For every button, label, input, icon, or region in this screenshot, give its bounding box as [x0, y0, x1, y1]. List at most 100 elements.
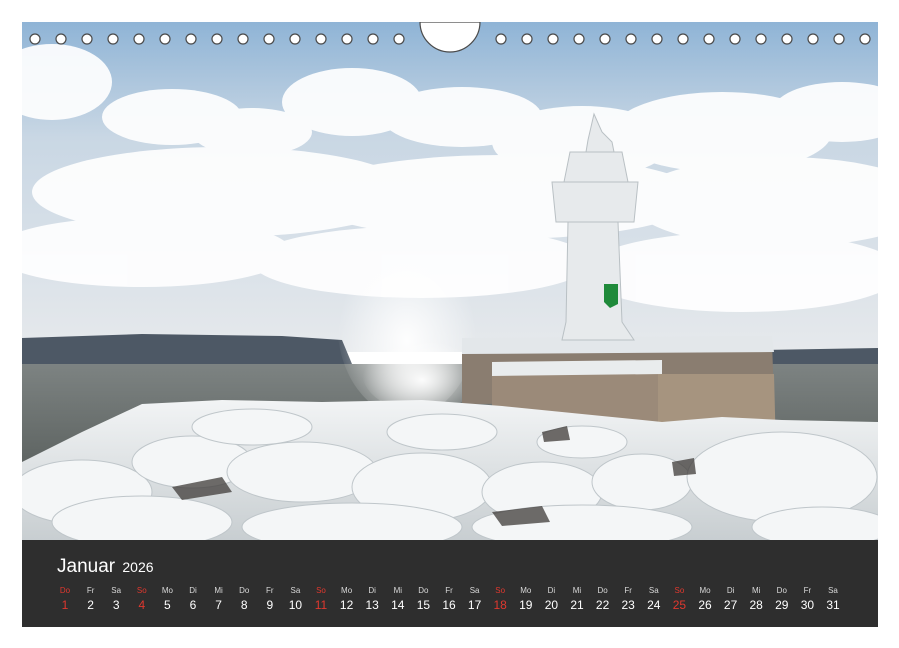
day-number: 4 — [138, 598, 146, 612]
day-number: 13 — [365, 598, 379, 612]
weekday-label: Di — [189, 586, 197, 595]
day-cell: Di 27 — [719, 585, 743, 613]
day-cell: Mi 21 — [565, 585, 589, 613]
day-number: 5 — [164, 598, 171, 612]
day-cell: Fr 9 — [258, 585, 282, 613]
day-number: 26 — [698, 598, 712, 612]
lighthouse-photo — [22, 22, 878, 540]
day-cell: Mi 14 — [386, 585, 410, 613]
weekday-label: Do — [418, 586, 429, 595]
weekday-label: Fr — [445, 586, 453, 595]
day-cell: Sa 31 — [821, 585, 845, 613]
weekday-label: Do — [597, 586, 608, 595]
day-number: 8 — [240, 598, 248, 612]
weekday-label: Mi — [393, 586, 403, 595]
calendar-bar: Januar 2026 Do 1 Fr 2 Sa 3 So 4 Mo 5 Di 6 Mi 7 Do 8 Fr 9 S… — [22, 540, 878, 627]
weekday-label: Mo — [520, 586, 532, 595]
day-number: 17 — [467, 598, 482, 612]
day-number: 30 — [800, 598, 815, 612]
day-cell: Fr 2 — [79, 585, 103, 613]
weekday-label: Do — [239, 586, 250, 595]
weekday-label: Di — [726, 586, 735, 595]
weekday-label: Fr — [86, 586, 95, 595]
day-cell: Sa 3 — [104, 585, 128, 613]
day-cell: Sa 24 — [642, 585, 666, 613]
day-cell: Fr 23 — [616, 585, 640, 613]
weekday-label: Mo — [341, 586, 353, 595]
day-number: 11 — [314, 598, 328, 612]
day-cell: Mo 5 — [155, 585, 179, 613]
day-number: 29 — [775, 598, 789, 612]
weekday-label: Fr — [624, 586, 632, 595]
day-number: 10 — [288, 598, 303, 612]
month-year: 2026 — [122, 559, 154, 575]
day-number: 31 — [826, 598, 840, 612]
day-number: 2 — [87, 598, 94, 612]
weekday-label: Do — [776, 586, 787, 595]
day-cell: Do 1 — [53, 585, 77, 613]
calendar-page: Januar 2026 Do 1 Fr 2 Sa 3 So 4 Mo 5 Di 6 Mi 7 Do 8 Fr 9 S… — [0, 0, 899, 648]
day-cell: Fr 30 — [795, 585, 819, 613]
weekday-label: Sa — [828, 586, 838, 595]
day-cell: Mo 26 — [693, 585, 717, 613]
day-cell: Di 20 — [539, 585, 563, 613]
day-number: 12 — [339, 598, 354, 612]
distant-coast — [22, 334, 352, 364]
day-number: 21 — [570, 598, 584, 612]
weekday-label: Mi — [572, 586, 582, 595]
day-cell: So 18 — [488, 585, 512, 613]
day-number: 24 — [647, 598, 661, 612]
day-number: 15 — [416, 598, 431, 612]
weekday-label: Do — [59, 586, 71, 595]
day-cell: So 4 — [130, 585, 154, 613]
day-cell: Mo 19 — [514, 585, 538, 613]
weekday-label: Mi — [751, 586, 761, 595]
weekday-label: Fr — [266, 586, 274, 595]
weekday-label: Mi — [214, 586, 223, 595]
weekday-label: Sa — [290, 586, 301, 595]
month-title: Januar 2026 — [57, 556, 154, 578]
day-cell: So 25 — [667, 585, 691, 613]
weekday-label: So — [674, 586, 685, 595]
day-cell: Mo 12 — [335, 585, 359, 613]
day-cell: Do 15 — [411, 585, 435, 613]
day-number: 23 — [621, 598, 635, 612]
weekday-label: Fr — [803, 586, 812, 595]
day-number: 14 — [391, 598, 405, 612]
day-number: 20 — [544, 598, 559, 612]
day-number: 3 — [112, 598, 120, 612]
weekday-label: So — [136, 586, 147, 595]
day-number: 6 — [189, 598, 197, 612]
day-number: 16 — [442, 598, 456, 612]
weekday-label: Sa — [648, 586, 659, 595]
day-cell: Do 29 — [770, 585, 794, 613]
day-number: 1 — [61, 598, 69, 612]
day-cell: Sa 10 — [283, 585, 307, 613]
weekday-label: Sa — [469, 586, 480, 595]
day-number: 22 — [595, 598, 610, 612]
day-cell: Di 6 — [181, 585, 205, 613]
day-number: 25 — [672, 598, 687, 612]
day-cell: Do 22 — [591, 585, 615, 613]
day-number: 18 — [493, 598, 507, 612]
day-number: 9 — [266, 598, 274, 612]
weekday-label: So — [495, 586, 506, 595]
day-number: 28 — [749, 598, 763, 612]
day-cell: Fr 16 — [437, 585, 461, 613]
day-number: 27 — [723, 598, 738, 612]
weekday-label: So — [316, 586, 326, 595]
weekday-label: Di — [368, 586, 376, 595]
weekday-label: Sa — [111, 586, 122, 595]
day-number: 7 — [215, 598, 222, 612]
day-cell: Mi 28 — [744, 585, 768, 613]
day-cell: Sa 17 — [463, 585, 487, 613]
day-number: 19 — [519, 598, 533, 612]
weekday-label: Mo — [699, 586, 711, 595]
day-cell: Do 8 — [232, 585, 256, 613]
month-name: Januar — [57, 556, 116, 577]
weekday-label: Mo — [161, 586, 173, 595]
day-cell: Di 13 — [360, 585, 384, 613]
day-strip: Do 1 Fr 2 Sa 3 So 4 Mo 5 Di 6 Mi 7 Do 8 Fr 9 Sa 10 So 11 Mo 12 D… — [53, 585, 863, 615]
day-cell: Mi 7 — [207, 585, 231, 613]
day-cell: So 11 — [309, 585, 333, 613]
